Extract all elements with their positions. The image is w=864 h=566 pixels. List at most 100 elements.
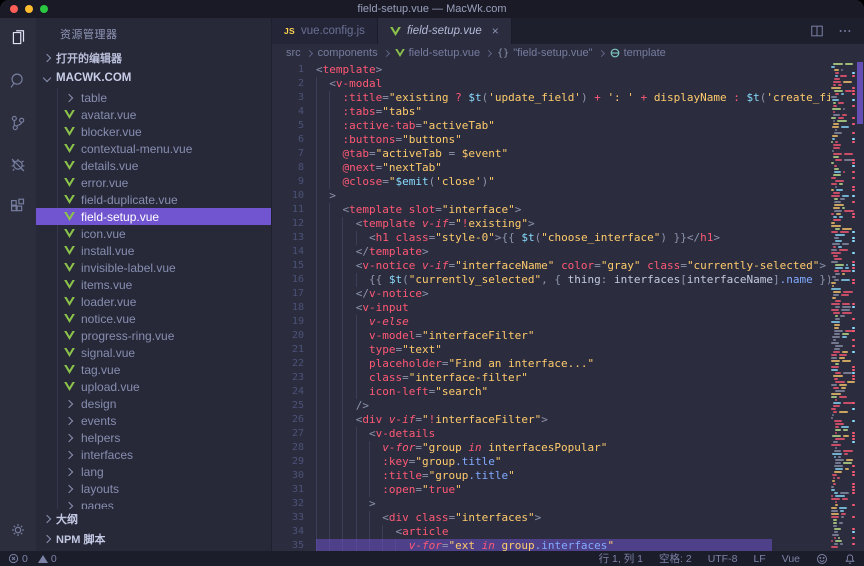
breadcrumb-item-4[interactable]: {}"field-setup.vue" [497, 47, 592, 59]
code-line-12[interactable]: <template v-if="!existing"> [316, 217, 830, 231]
status-item-3[interactable]: UTF-8 [708, 553, 738, 565]
code-line-18[interactable]: <v-input [316, 301, 830, 315]
tree-item-layouts[interactable]: layouts [36, 480, 271, 497]
code-line-20[interactable]: v-model="interfaceFilter" [316, 329, 830, 343]
tree-item-field-duplicate.vue[interactable]: field-duplicate.vue [36, 191, 271, 208]
more-actions-icon[interactable] [838, 24, 852, 38]
tree-item-pages[interactable]: pages [36, 497, 271, 509]
code-line-2[interactable]: <v-modal [316, 77, 830, 91]
code-line-34[interactable]: <article [316, 525, 830, 539]
code-line-17[interactable]: </v-notice> [316, 287, 830, 301]
code-line-8[interactable]: @next="nextTab" [316, 161, 830, 175]
explorer-icon[interactable] [0, 18, 36, 60]
tree-item-design[interactable]: design [36, 395, 271, 412]
status-item-5[interactable]: Vue [782, 553, 800, 565]
tree-item-signal.vue[interactable]: signal.vue [36, 344, 271, 361]
source-control-icon[interactable] [0, 102, 36, 144]
editor-gutter[interactable]: 1234567891011121314151617181920212223242… [272, 62, 316, 551]
workspace-root-section[interactable]: MACWK.COM [36, 68, 271, 88]
code-line-6[interactable]: :buttons="buttons" [316, 133, 830, 147]
tree-item-icon.vue[interactable]: icon.vue [36, 225, 271, 242]
settings-gear-icon[interactable] [0, 509, 36, 551]
code-line-15[interactable]: <v-notice v-if="interfaceName" color="gr… [316, 259, 830, 273]
tree-item-contextual-menu.vue[interactable]: contextual-menu.vue [36, 140, 271, 157]
npm-scripts-section[interactable]: NPM 脚本 [36, 529, 271, 549]
split-editor-icon[interactable] [810, 24, 824, 38]
status-item-1[interactable]: 行 1, 列 1 [599, 551, 643, 566]
code-line-29[interactable]: :key="group.title" [316, 455, 830, 469]
tree-item-tag.vue[interactable]: tag.vue [36, 361, 271, 378]
tree-item-blocker.vue[interactable]: blocker.vue [36, 123, 271, 140]
close-window-button[interactable] [10, 5, 18, 13]
code-line-5[interactable]: :active-tab="activeTab" [316, 119, 830, 133]
code-line-16[interactable]: {{ $t("currently_selected", { thing: int… [316, 273, 830, 287]
close-icon[interactable]: × [492, 25, 499, 37]
tree-item-notice.vue[interactable]: notice.vue [36, 310, 271, 327]
breadcrumb-item-1[interactable]: src [286, 47, 301, 59]
code-line-32[interactable]: > [316, 497, 830, 511]
code-line-33[interactable]: <div class="interfaces"> [316, 511, 830, 525]
code-line-25[interactable]: /> [316, 399, 830, 413]
tree-item-upload.vue[interactable]: upload.vue [36, 378, 271, 395]
tree-item-items.vue[interactable]: items.vue [36, 276, 271, 293]
code-line-11[interactable]: <template slot="interface"> [316, 203, 830, 217]
code-line-26[interactable]: <div v-if="!interfaceFilter"> [316, 413, 830, 427]
code-line-28[interactable]: v-for="group in interfacesPopular" [316, 441, 830, 455]
tree-item-table[interactable]: table [36, 89, 271, 106]
code-line-21[interactable]: type="text" [316, 343, 830, 357]
code-content[interactable]: <template><v-modal:title="existing ? $t(… [316, 63, 830, 551]
code-line-10[interactable]: > [316, 189, 830, 203]
tab-field-setup.vue[interactable]: field-setup.vue× [378, 18, 512, 44]
code-line-19[interactable]: v-else [316, 315, 830, 329]
code-line-31[interactable]: :open="true" [316, 483, 830, 497]
extensions-icon[interactable] [0, 186, 36, 228]
tree-item-details.vue[interactable]: details.vue [36, 157, 271, 174]
code-line-9[interactable]: @close="$emit('close')" [316, 175, 830, 189]
tree-item-field-setup.vue[interactable]: field-setup.vue [36, 208, 271, 225]
code-line-35[interactable]: v-for="ext in group.interfaces" [316, 539, 830, 551]
feedback-smiley-icon[interactable] [816, 553, 828, 565]
code-line-30[interactable]: :title="group.title" [316, 469, 830, 483]
minimap[interactable] [830, 62, 856, 551]
zoom-window-button[interactable] [40, 5, 48, 13]
problems-warnings[interactable]: 0 [38, 553, 57, 565]
code-line-3[interactable]: :title="existing ? $t('update_field') + … [316, 91, 830, 105]
tree-item-error.vue[interactable]: error.vue [36, 174, 271, 191]
status-item-2[interactable]: 空格: 2 [659, 551, 692, 566]
tree-item-helpers[interactable]: helpers [36, 429, 271, 446]
breadcrumb-item-3[interactable]: field-setup.vue [395, 47, 481, 59]
debug-icon[interactable] [0, 144, 36, 186]
search-icon[interactable] [0, 60, 36, 102]
vue-file-icon [64, 246, 75, 255]
breadcrumb-item-2[interactable]: components [318, 47, 378, 59]
tree-item-events[interactable]: events [36, 412, 271, 429]
code-line-22[interactable]: placeholder="Find an interface..." [316, 357, 830, 371]
tree-item-interfaces[interactable]: interfaces [36, 446, 271, 463]
open-editors-section[interactable]: 打开的编辑器 [36, 48, 271, 68]
editor-scrollbar[interactable] [856, 62, 864, 551]
minimap-line [843, 81, 852, 83]
status-item-4[interactable]: LF [753, 553, 765, 565]
notifications-bell-icon[interactable] [844, 553, 856, 565]
problems-errors[interactable]: 0 [8, 553, 28, 565]
tree-item-lang[interactable]: lang [36, 463, 271, 480]
tree-item-install.vue[interactable]: install.vue [36, 242, 271, 259]
code-line-14[interactable]: </template> [316, 245, 830, 259]
code-line-13[interactable]: <h1 class="style-0">{{ $t("choose_interf… [316, 231, 830, 245]
outline-section[interactable]: 大纲 [36, 509, 271, 529]
tree-item-progress-ring.vue[interactable]: progress-ring.vue [36, 327, 271, 344]
code-line-24[interactable]: icon-left="search" [316, 385, 830, 399]
minimap-line [842, 306, 851, 308]
code-line-27[interactable]: <v-details [316, 427, 830, 441]
code-line-7[interactable]: @tab="activeTab = $event" [316, 147, 830, 161]
scrollbar-thumb[interactable] [857, 62, 863, 124]
tab-vue.config.js[interactable]: JSvue.config.js [272, 18, 378, 44]
breadcrumb-item-5[interactable]: template [610, 47, 666, 59]
minimize-window-button[interactable] [25, 5, 33, 13]
tree-item-invisible-label.vue[interactable]: invisible-label.vue [36, 259, 271, 276]
tree-item-avatar.vue[interactable]: avatar.vue [36, 106, 271, 123]
code-line-4[interactable]: :tabs="tabs" [316, 105, 830, 119]
tree-item-loader.vue[interactable]: loader.vue [36, 293, 271, 310]
code-line-23[interactable]: class="interface-filter" [316, 371, 830, 385]
code-line-1[interactable]: <template> [316, 63, 830, 77]
